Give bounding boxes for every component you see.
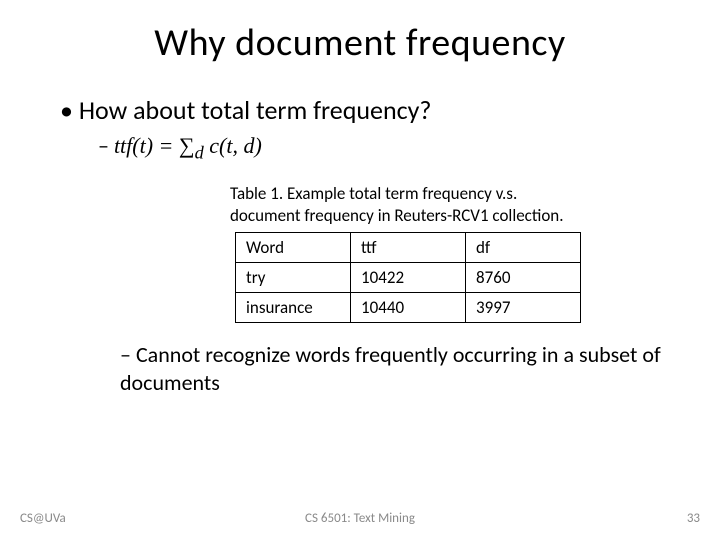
footer-right: 33 (687, 511, 700, 526)
cell: 3997 (466, 292, 581, 322)
cell: 10422 (351, 262, 466, 292)
col-header: ttf (351, 232, 466, 262)
caption-line-2: document frequency in Reuters-RCV1 colle… (230, 205, 564, 226)
formula-subscript: d (195, 142, 204, 162)
table-header-row: Word ttf df (236, 232, 581, 262)
formula-rhs: c(t, d) (204, 133, 262, 158)
slide-title: Why document frequency (0, 0, 720, 66)
table-row: insurance 10440 3997 (236, 292, 581, 322)
slide: Why document frequency How about total t… (0, 0, 720, 540)
table-row: try 10422 8760 (236, 262, 581, 292)
bullet-note: Cannot recognize words frequently occurr… (120, 341, 670, 398)
frequency-table: Word ttf df try 10422 8760 insurance 104… (235, 232, 581, 323)
slide-body: How about total term frequency? ttf(t) =… (0, 66, 720, 398)
col-header: Word (236, 232, 351, 262)
cell: 8760 (466, 262, 581, 292)
bullet-formula: ttf(t) = ∑d c(t, d) (98, 132, 670, 163)
cell: try (236, 262, 351, 292)
caption-line-1: Table 1. Example total term frequency v.… (230, 183, 517, 204)
formula-lhs: ttf(t) = ∑ (114, 133, 195, 158)
table-caption: Table 1. Example total term frequency v.… (230, 183, 670, 226)
footer-center: CS 6501: Text Mining (0, 511, 720, 526)
bullet-level1: How about total term frequency? (60, 94, 670, 126)
cell: 10440 (351, 292, 466, 322)
cell: insurance (236, 292, 351, 322)
col-header: df (466, 232, 581, 262)
